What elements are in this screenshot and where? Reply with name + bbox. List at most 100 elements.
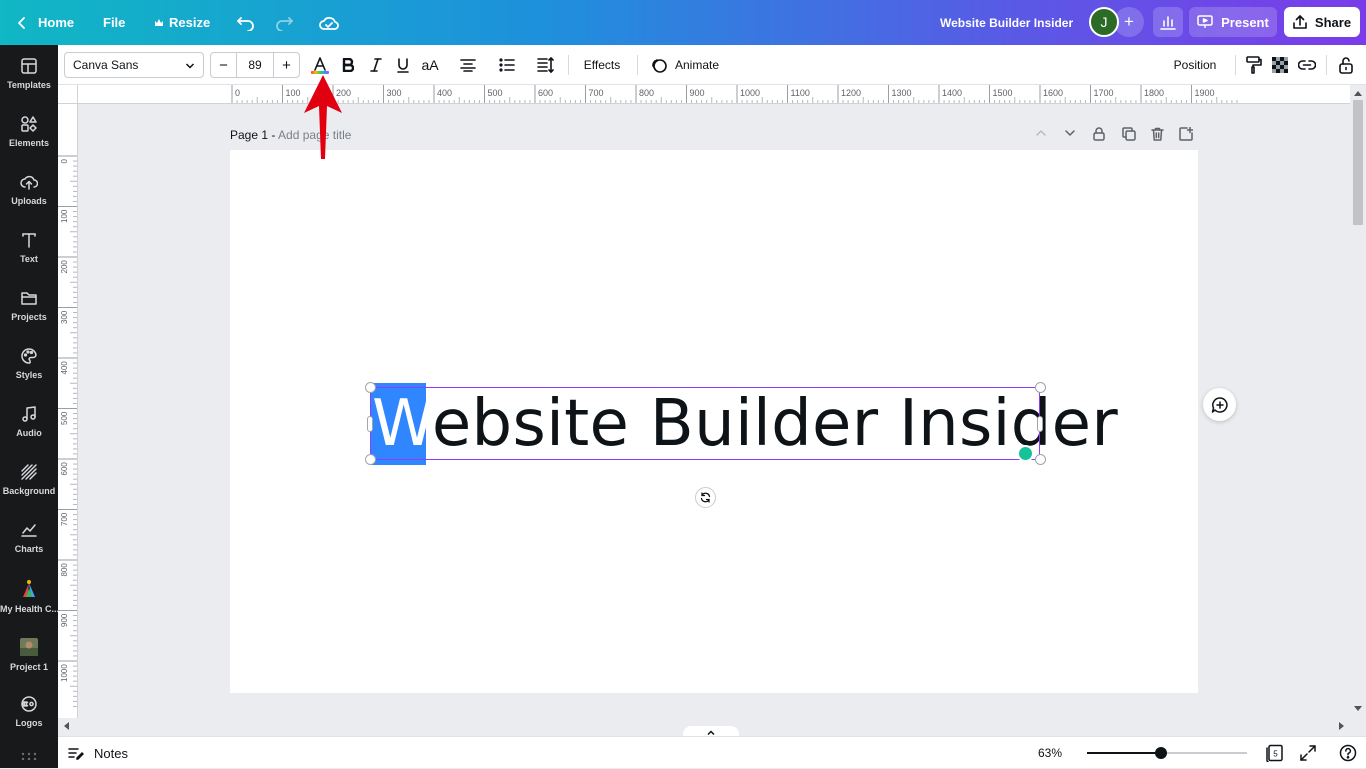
sidebar-item-templates[interactable]: Templates [0,57,58,113]
resize-handle-left[interactable] [367,416,373,432]
vertical-ruler: 0 100 200 300 400 500 600 700 800 900 1000 [58,104,78,718]
resize-handle-bottom-right[interactable] [1035,454,1046,465]
insights-button[interactable] [1153,7,1183,37]
ruler-tick-label: 100 [60,209,69,223]
text-align-button[interactable] [458,53,478,77]
underline-button[interactable] [393,53,413,77]
sidebar-item-projects[interactable]: Projects [0,289,58,345]
project-thumbnail [20,638,38,656]
file-menu[interactable]: File [103,0,125,45]
sidebar-item-styles[interactable]: Styles [0,347,58,403]
resize-handle-bottom-left[interactable] [365,454,376,465]
ruler-corner [58,85,78,104]
duplicate-page-button[interactable] [1122,127,1136,141]
add-page-button[interactable] [1179,127,1193,141]
zoom-slider[interactable] [1087,747,1247,759]
design-title[interactable]: Website Builder Insider [940,0,1073,45]
avatar[interactable]: J [1089,7,1119,37]
save-status-button[interactable] [319,0,339,45]
resize-button[interactable]: Resize [154,0,210,45]
ruler-ticks: 0 100 200 300 400 500 600 700 800 900 1000 [58,155,77,707]
ruler-tick-label: 900 [690,88,705,98]
resize-handle-right[interactable] [1037,416,1043,432]
background-icon [21,464,37,480]
present-button[interactable]: Present [1189,7,1277,37]
unlock-icon [1339,56,1353,74]
increase-font-size-button[interactable]: + [274,53,299,77]
home-button[interactable]: Home [16,0,74,45]
palette-icon [21,348,37,364]
spacing-button[interactable] [536,53,556,77]
rotate-icon [700,492,711,503]
effects-button[interactable]: Effects [576,53,628,77]
ruler-tick-label: 300 [387,88,402,98]
fullscreen-button[interactable] [1299,744,1317,762]
font-size-input[interactable]: 89 [236,53,274,77]
toolbar-divider [1235,55,1236,75]
ruler-tick-label: 1700 [1094,88,1114,98]
more-apps-icon[interactable] [20,752,38,760]
zoom-slider-knob[interactable] [1154,747,1167,759]
design-page[interactable]: Website Builder Insider [230,150,1198,693]
resize-handle-top-right[interactable] [1035,382,1046,393]
undo-button[interactable] [236,0,256,45]
scrollbar-thumb[interactable] [1353,100,1363,225]
notes-button[interactable]: Notes [68,737,128,769]
add-comment-button[interactable] [1203,388,1236,421]
chevron-down-icon [1065,130,1075,136]
scroll-right-arrow[interactable] [1336,718,1346,734]
help-button[interactable] [1339,744,1357,762]
move-page-up-button[interactable] [1035,127,1047,139]
sidebar-item-background[interactable]: Background [0,463,58,519]
sidebar-item-label: Audio [16,428,42,438]
redo-icon [276,16,293,31]
delete-page-button[interactable] [1151,127,1164,141]
scroll-down-arrow[interactable] [1350,704,1366,714]
bottom-bar: Notes 63% 5 [58,736,1366,768]
sidebar-item-label: Styles [15,370,43,380]
lock-page-button[interactable] [1093,127,1105,141]
animate-button[interactable]: Animate [648,53,722,77]
move-page-down-button[interactable] [1064,127,1076,139]
ruler-tick-label: 1900 [1195,88,1215,98]
zoom-percentage[interactable]: 63% [1038,737,1062,769]
position-button[interactable]: Position [1166,53,1224,77]
transparency-button[interactable] [1270,53,1290,77]
top-bar: Home File Resize Website Builder Insider… [0,0,1366,45]
transparency-icon [1272,57,1288,73]
chevron-up-icon [1036,130,1046,136]
sidebar-item-logos[interactable]: Logos [0,695,58,751]
sidebar-item-charts[interactable]: Charts [0,521,58,577]
page-grid-button[interactable]: 5 [1266,744,1284,762]
scroll-left-arrow[interactable] [62,718,72,734]
sidebar-item-label: Projects [11,312,47,322]
sidebar-item-label: Logos [15,718,43,728]
ruler-tick-label: 300 [60,310,69,324]
sidebar-item-project-1[interactable]: Project 1 [0,637,58,693]
sidebar-item-audio[interactable]: Audio [0,405,58,461]
grammarly-icon[interactable] [1017,445,1034,462]
animate-label: Animate [674,58,720,72]
font-family-select[interactable]: Canva Sans [64,52,204,78]
sidebar-item-elements[interactable]: Elements [0,115,58,171]
link-button[interactable] [1297,53,1317,77]
decrease-font-size-button[interactable]: − [211,53,236,77]
elements-icon [21,116,37,132]
letter-case-button[interactable]: aA [419,53,441,77]
rotate-handle[interactable] [695,487,716,508]
list-button[interactable] [497,53,517,77]
resize-handle-top-left[interactable] [365,382,376,393]
italic-button[interactable] [366,53,386,77]
scroll-up-arrow[interactable] [1350,88,1366,98]
ruler-tick-label: 400 [437,88,452,98]
share-button[interactable]: Share [1284,7,1360,37]
copy-style-button[interactable] [1244,53,1264,77]
sidebar-item-uploads[interactable]: Uploads [0,173,58,229]
sidebar-item-text[interactable]: Text [0,231,58,287]
bold-icon [342,58,354,72]
vertical-scrollbar[interactable] [1350,85,1366,718]
redo-button[interactable] [274,0,294,45]
sidebar-item-my-health[interactable]: My Health C... [0,579,58,635]
sidebar-item-label: Charts [14,544,44,554]
lock-button[interactable] [1336,53,1356,77]
